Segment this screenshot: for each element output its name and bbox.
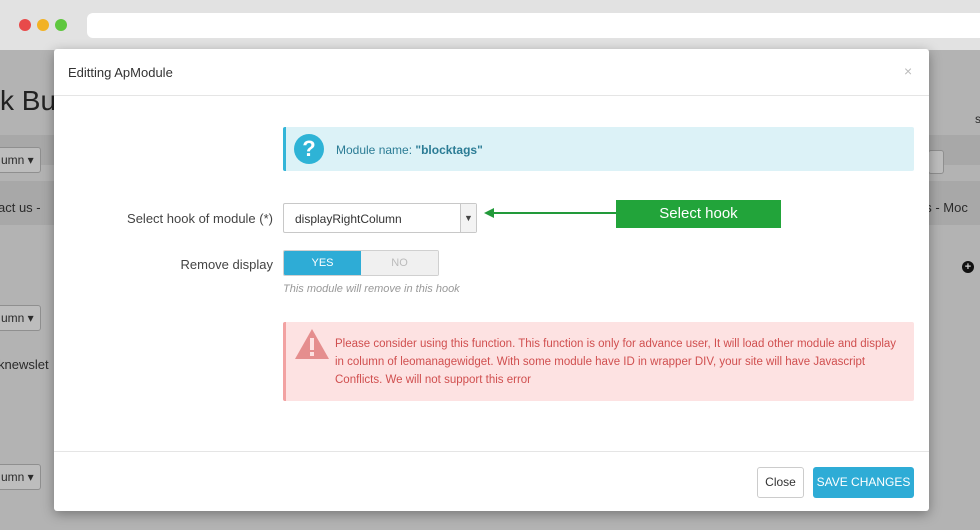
module-name-label: Module name: (336, 143, 413, 157)
window-maximize-dot[interactable] (55, 19, 67, 31)
hook-select[interactable]: displayRightColumn ▼ (283, 203, 477, 233)
remove-display-toggle: YES NO (283, 250, 439, 276)
bg-column-button: umn ▾ (0, 305, 41, 331)
bg-page-title: k Bui (0, 85, 63, 116)
bg-column-button: umn ▾ (0, 147, 41, 173)
bg-column-button: umn ▾ (0, 464, 41, 490)
modal-header: Editting ApModule × (54, 49, 929, 96)
remove-display-label: Remove display (180, 257, 274, 272)
bg-right-char: s (975, 112, 980, 126)
bg-contact-text: act us - (0, 200, 41, 215)
save-changes-button[interactable]: SAVE CHANGES (813, 467, 914, 498)
select-hook-callout: Select hook (616, 200, 781, 228)
module-name-value: "blocktags" (415, 143, 483, 157)
hook-select-value: displayRightColumn (295, 212, 402, 226)
warning-icon (295, 329, 329, 359)
warning-text: Please consider using this function. Thi… (335, 338, 897, 386)
bg-add-icon: + (962, 261, 974, 273)
browser-chrome (0, 0, 980, 50)
edit-module-modal: Editting ApModule × ? Module name: "bloc… (54, 49, 929, 511)
warning-alert: Please consider using this function. Thi… (283, 322, 914, 401)
modal-title: Editting ApModule (68, 65, 173, 80)
toggle-no[interactable]: NO (361, 251, 438, 275)
remove-display-help: This module will remove in this hook (283, 283, 460, 295)
question-icon: ? (294, 134, 324, 164)
arrow-line (491, 212, 616, 214)
address-bar[interactable] (87, 13, 980, 38)
close-icon[interactable]: × (904, 63, 912, 79)
window-close-dot[interactable] (19, 19, 31, 31)
bg-right-button (928, 150, 944, 174)
close-button[interactable]: Close (757, 467, 804, 498)
module-name-text: Module name: "blocktags" (336, 143, 483, 157)
chevron-down-icon[interactable]: ▼ (460, 204, 476, 232)
hook-label: Select hook of module (*) (127, 211, 273, 226)
bg-newsletter-text: knewslet (0, 357, 49, 372)
window-minimize-dot[interactable] (37, 19, 49, 31)
modal-footer: Close SAVE CHANGES (54, 451, 929, 511)
toggle-yes[interactable]: YES (284, 251, 361, 275)
module-name-info: ? Module name: "blocktags" (283, 127, 914, 171)
